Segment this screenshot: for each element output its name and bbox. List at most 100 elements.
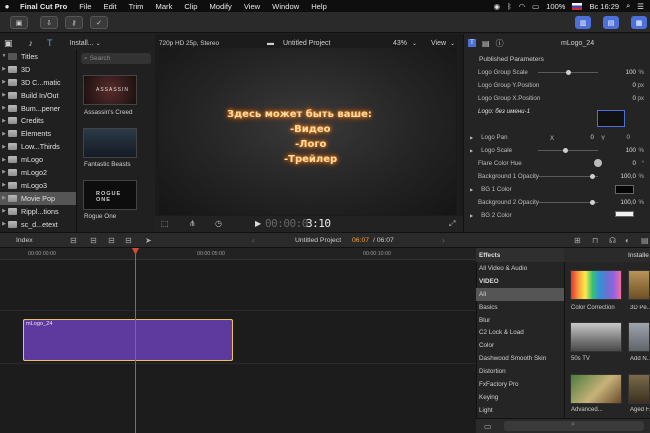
disclosure-icon[interactable]: ▶ (0, 144, 8, 150)
effects-category[interactable]: All Video & Audio (476, 262, 564, 275)
clip-appearance-icon[interactable]: ▤ (641, 236, 649, 245)
param-value[interactable]: 0 (633, 82, 636, 89)
info-inspector-icon[interactable]: ⓘ (496, 38, 504, 49)
title-inspector-icon[interactable]: T (468, 39, 476, 47)
param-value[interactable]: 100,0 (621, 173, 636, 180)
slider-knob[interactable] (590, 174, 595, 179)
chevron-down-icon[interactable]: ⌄ (96, 40, 101, 47)
inspector-param-row[interactable]: Flare Color Hue 0 ° (470, 157, 646, 170)
index-button[interactable]: Index (16, 237, 33, 244)
effects-category[interactable]: Light (476, 404, 564, 417)
app-menu[interactable]: Final Cut Pro (14, 2, 73, 11)
sidebar-item[interactable]: ▶ Bum...pener (0, 102, 76, 115)
menu-modify[interactable]: Modify (203, 2, 237, 11)
bg1-color-swatch[interactable] (615, 185, 634, 194)
disclosure-icon[interactable]: ▶ (0, 182, 8, 188)
menu-mark[interactable]: Mark (150, 2, 179, 11)
trim-tool-icon[interactable]: ⋔ (189, 219, 196, 228)
sidebar-item[interactable]: ▶ 3D (0, 63, 76, 76)
menu-clip[interactable]: Clip (178, 2, 203, 11)
background-tasks-button[interactable]: ✓ (90, 16, 108, 29)
effect-thumb-add-noise[interactable] (628, 322, 650, 352)
battery-icon[interactable]: ▭ (532, 2, 539, 11)
solo-icon[interactable]: ◐ (625, 236, 630, 245)
effects-category[interactable]: C2 Lock & Load (476, 327, 564, 340)
inspector-param-row[interactable]: ▶ Logo Pan 0 0 (470, 131, 646, 144)
sidebar-item[interactable]: ▶ sc_d...etext (0, 218, 76, 231)
disclosure-icon[interactable]: ▼ (0, 53, 8, 59)
disclosure-icon[interactable]: ▶ (0, 195, 8, 201)
effects-category[interactable]: FxFactory Pro (476, 378, 564, 391)
effect-thumb-50s-tv[interactable] (570, 322, 622, 352)
list-icon[interactable]: ☰ (637, 2, 644, 11)
library-button[interactable]: ▣ (10, 16, 28, 29)
speed-icon[interactable]: ◷ (215, 219, 222, 228)
effects-category[interactable]: VIDEO (476, 275, 564, 288)
zoom-dropdown[interactable]: 43% (393, 40, 407, 47)
select-tool-icon[interactable]: ➤ (145, 236, 152, 245)
disclosure-icon[interactable]: ▶ (0, 131, 8, 137)
sidebar-item[interactable]: ▶ Rippl...tions (0, 205, 76, 218)
effects-category[interactable]: Distortion (476, 365, 564, 378)
param-value[interactable]: 100,0 (621, 199, 636, 206)
param-slider[interactable] (538, 148, 598, 153)
headphones-icon[interactable]: ☊ (609, 236, 616, 245)
menu-edit[interactable]: Edit (98, 2, 123, 11)
timeline-clip[interactable]: mLogo_24 (23, 319, 233, 361)
effects-category[interactable]: Keying (476, 391, 564, 404)
sidebar-item[interactable]: ▶ Movie Pop (0, 191, 76, 205)
param-value[interactable]: 0 (591, 134, 594, 141)
menu-window[interactable]: Window (266, 2, 305, 11)
clip-overwrite-icon[interactable]: ⊟ (125, 236, 132, 245)
transform-tool-icon[interactable]: ⬚ (161, 219, 169, 228)
effect-thumb-aged-film[interactable] (628, 374, 650, 404)
wifi-icon[interactable]: ◠ (519, 2, 526, 11)
effect-thumb-advanced[interactable] (570, 374, 622, 404)
disclosure-icon[interactable]: ▶ (0, 221, 8, 227)
bg2-color-swatch[interactable] (615, 211, 634, 217)
keywords-button[interactable]: ⚷ (65, 16, 83, 29)
video-inspector-icon[interactable]: ▤ (482, 39, 490, 48)
back-icon[interactable]: ‹ (252, 236, 255, 245)
disclosure-icon[interactable]: ▶ (0, 157, 8, 163)
sidebar-item[interactable]: ▶ Credits (0, 114, 76, 127)
menu-trim[interactable]: Trim (123, 2, 150, 11)
video-canvas[interactable]: Здесь может быть ваше: -Видео -Лого -Тре… (159, 48, 456, 215)
media-icon[interactable]: ▣ (4, 38, 13, 49)
effect-thumb-color-correction[interactable] (570, 270, 622, 300)
menu-file[interactable]: File (73, 2, 97, 11)
param-value[interactable]: 100 (626, 69, 636, 76)
title-thumb-rogue-one[interactable]: ROGUE ONE (83, 180, 137, 210)
effects-category[interactable]: Blur (476, 314, 564, 327)
inspector-param-row[interactable]: Logo Group X.Position 0 px (470, 92, 646, 105)
param-slider[interactable] (538, 70, 598, 75)
inspector-param-row[interactable]: Logo Group Y.Position 0 px (470, 79, 646, 92)
music-icon[interactable]: ♪ (29, 38, 34, 48)
disclosure-icon[interactable]: ▶ (0, 105, 8, 111)
sidebar-item[interactable]: ▶ Elements (0, 127, 76, 140)
sidebar-item-titles[interactable]: ▼ Titles (0, 50, 76, 63)
sidebar-item[interactable]: ▶ Low...Thirds (0, 140, 76, 153)
effects-category[interactable]: Basics (476, 301, 564, 314)
library-dropdown[interactable]: Install... (70, 40, 94, 47)
playhead[interactable] (132, 248, 139, 433)
skimming-icon[interactable]: ⊞ (574, 236, 581, 245)
effects-category[interactable]: Dashwood Smooth Skin (476, 352, 564, 365)
param-value[interactable]: 0 (633, 160, 636, 167)
toggle-browser-button[interactable]: ▦ (631, 16, 647, 29)
record-icon[interactable]: ◉ (494, 2, 501, 11)
clip-append-icon[interactable]: ⊟ (108, 236, 115, 245)
title-thumb-assassins-creed[interactable]: ASSASSIN (83, 75, 137, 105)
sidebar-item[interactable]: ▶ mLogo2 (0, 166, 76, 179)
sidebar-item[interactable]: ▶ mLogo (0, 153, 76, 166)
bluetooth-icon[interactable]: ᛒ (507, 2, 512, 11)
toggle-inspector-button[interactable]: ▥ (575, 16, 591, 29)
menu-help[interactable]: Help (305, 2, 333, 11)
search-field[interactable]: ⌕ Search (81, 53, 151, 64)
disclosure-icon[interactable]: ▶ (0, 92, 8, 98)
timecode-display[interactable]: 3:10 (306, 217, 331, 230)
title-thumb-fantastic-beasts[interactable] (83, 128, 137, 158)
param-slider[interactable] (538, 200, 598, 205)
disclosure-icon[interactable]: ▶ (0, 208, 8, 214)
toggle-timeline-button[interactable]: ▤ (603, 16, 619, 29)
